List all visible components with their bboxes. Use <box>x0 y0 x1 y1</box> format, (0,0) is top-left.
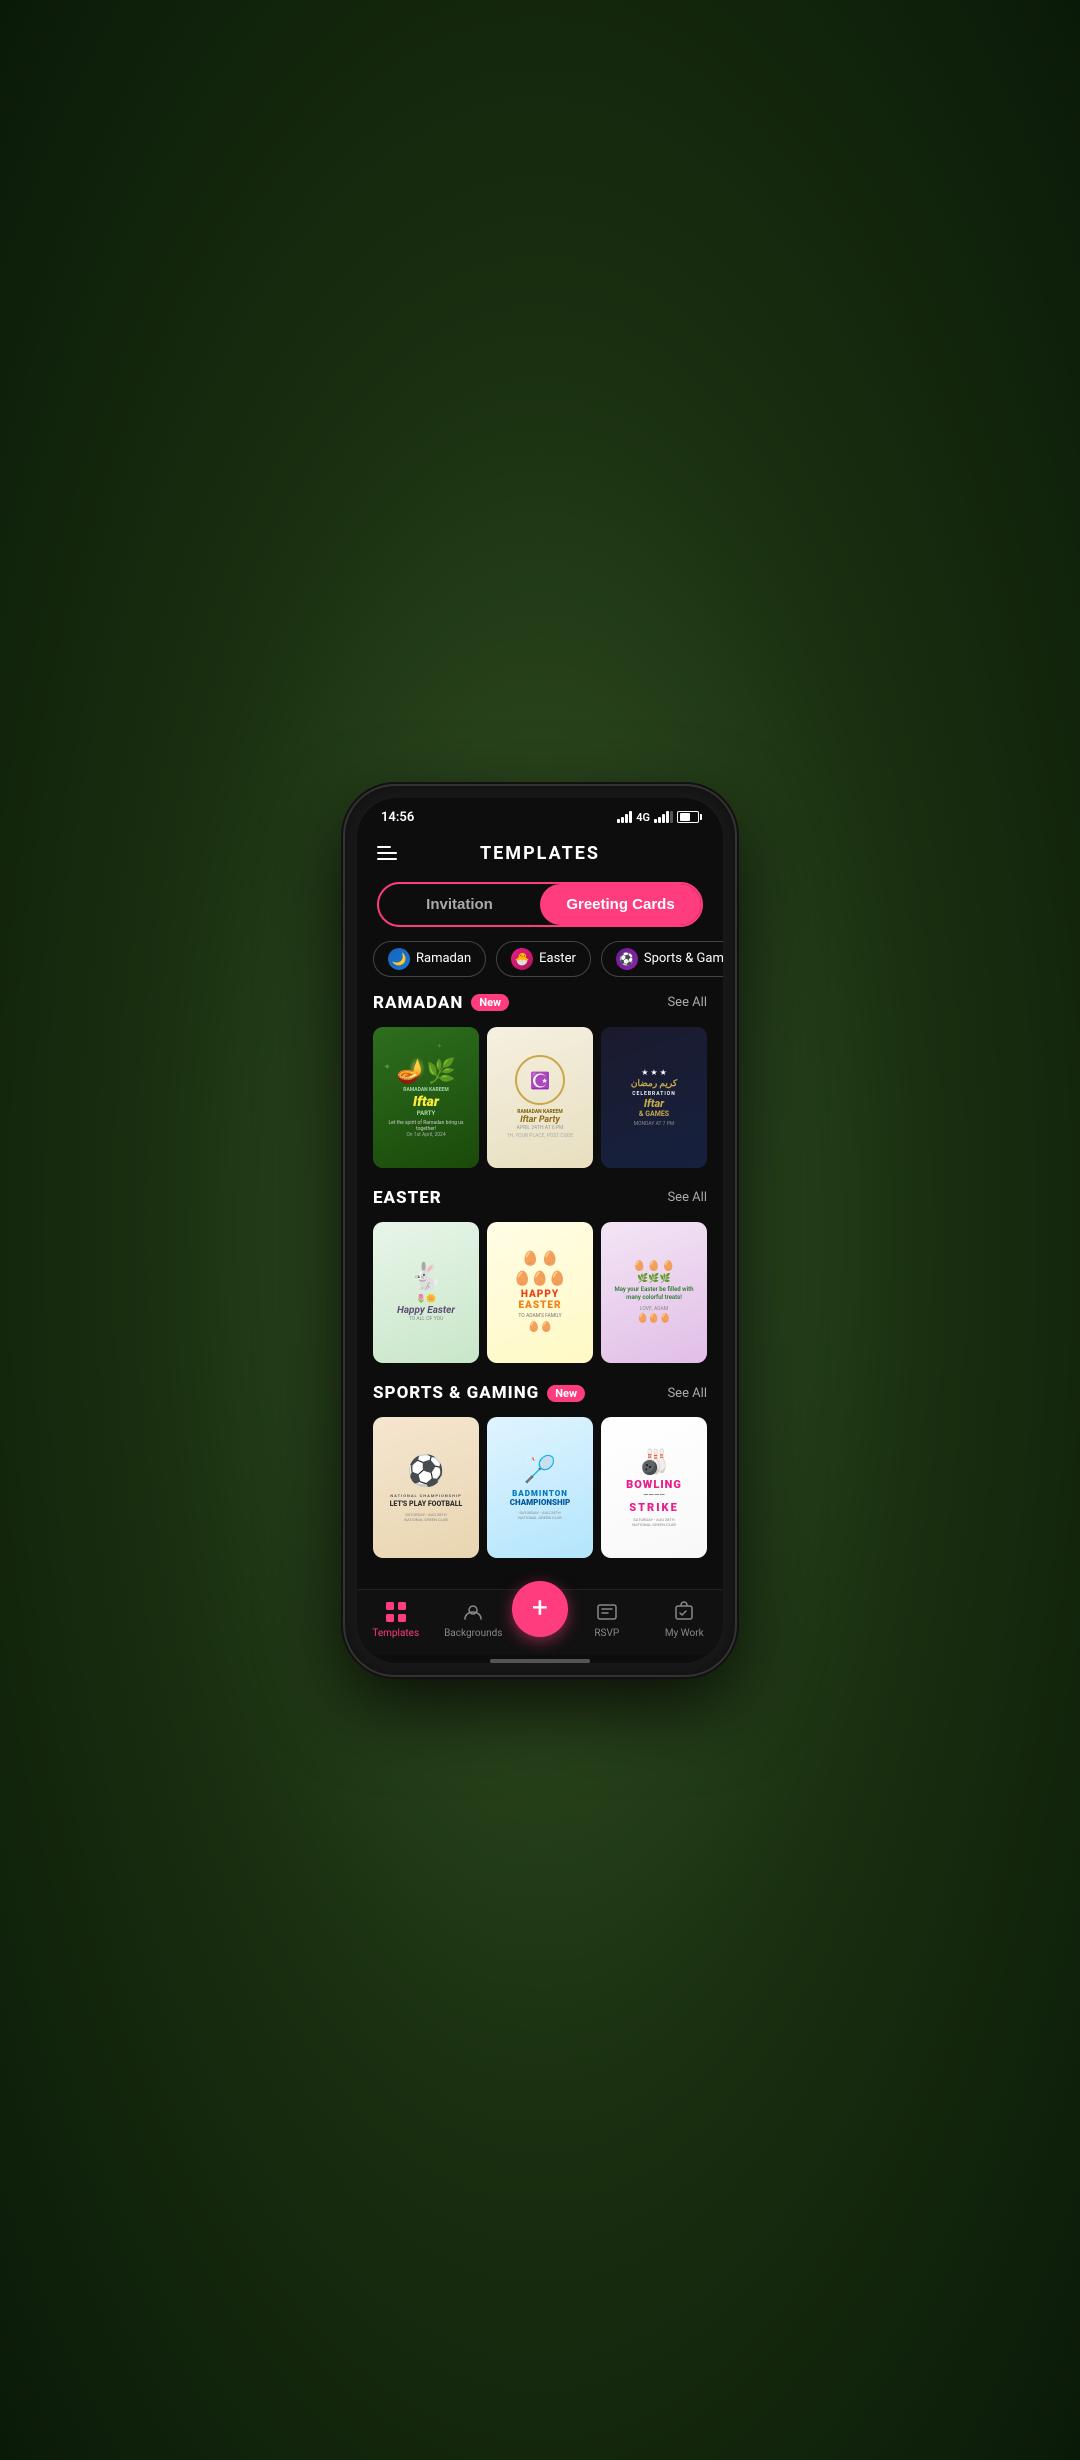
easter-card-3[interactable]: 🥚🥚🥚 🌿🌿🌿 May your Easter be filled with m… <box>601 1222 707 1363</box>
ramadan-see-all[interactable]: See All <box>667 995 707 1010</box>
sports-card-badminton[interactable]: 🏸 BADMINTON CHAMPIONSHIP SATURDAY - AUG … <box>487 1417 593 1558</box>
easter-section-header: EASTER See All <box>373 1188 707 1208</box>
cellular-icon <box>654 811 673 823</box>
easter-section: EASTER See All 🐇 🌷🌼 Happy Easter TO ALL … <box>357 1188 723 1383</box>
nav-backgrounds[interactable]: Backgrounds <box>435 1600 513 1639</box>
chip-easter-icon: 🐣 <box>511 948 533 970</box>
templates-icon <box>384 1600 408 1624</box>
home-indicator <box>490 1659 590 1663</box>
my-work-icon <box>672 1600 696 1624</box>
easter-card-1[interactable]: 🐇 🌷🌼 Happy Easter TO ALL OF YOU <box>373 1222 479 1363</box>
battery-icon <box>677 811 699 823</box>
backgrounds-icon <box>461 1600 485 1624</box>
phone-frame: 14:56 4G <box>345 786 735 1675</box>
bottom-nav: Templates Backgrounds + <box>357 1589 723 1655</box>
ramadan-title: RAMADAN <box>373 993 463 1013</box>
ramadan-section: RAMADAN New See All 🪔🌿 RAMADAN KAREEM If… <box>357 993 723 1188</box>
network-type: 4G <box>636 811 650 824</box>
sports-card-football[interactable]: ⚽ NATIONAL CHAMPIONSHIP LET'S PLAY FOOTB… <box>373 1417 479 1558</box>
nav-rsvp[interactable]: RSVP <box>568 1600 646 1639</box>
signal-icon <box>617 811 632 823</box>
menu-button[interactable] <box>377 846 397 860</box>
sports-new-badge: New <box>547 1385 585 1402</box>
easter-cards-grid: 🐇 🌷🌼 Happy Easter TO ALL OF YOU <box>373 1222 707 1363</box>
nav-templates-label: Templates <box>372 1628 419 1639</box>
chip-easter[interactable]: 🐣 Easter <box>496 941 591 977</box>
sports-card-bowling[interactable]: 🎳 BOWLING ———— STRIKE SATURDAY - AUG 28T… <box>601 1417 707 1558</box>
sports-see-all[interactable]: See All <box>667 1386 707 1401</box>
nav-templates[interactable]: Templates <box>357 1600 435 1639</box>
phone-screen: 14:56 4G <box>357 798 723 1663</box>
page-title: TEMPLATES <box>480 843 600 864</box>
chip-sports-gaming[interactable]: ⚽ Sports & Gaming <box>601 941 723 977</box>
ramadan-section-header: RAMADAN New See All <box>373 993 707 1013</box>
chip-ramadan-icon: 🌙 <box>388 948 410 970</box>
rsvp-icon <box>595 1600 619 1624</box>
tab-invitation[interactable]: Invitation <box>379 884 540 925</box>
ramadan-cards-grid: 🪔🌿 RAMADAN KAREEM Iftar PARTY Let the sp… <box>373 1027 707 1168</box>
fab-plus-icon: + <box>532 1594 548 1622</box>
easter-see-all[interactable]: See All <box>667 1190 707 1205</box>
ramadan-card-1[interactable]: 🪔🌿 RAMADAN KAREEM Iftar PARTY Let the sp… <box>373 1027 479 1168</box>
ramadan-new-badge: New <box>471 994 509 1011</box>
fab-create-button[interactable]: + <box>512 1581 568 1637</box>
nav-my-work-label: My Work <box>665 1628 704 1639</box>
sports-section: SPORTS & GAMING New See All ⚽ NATIONAL C… <box>357 1383 723 1578</box>
status-bar: 14:56 4G <box>357 798 723 829</box>
ramadan-card-3[interactable]: ★ ★ ★ كريم رمضان CELEBRATION Iftar & GAM… <box>601 1027 707 1168</box>
sports-section-header: SPORTS & GAMING New See All <box>373 1383 707 1403</box>
sports-cards-grid: ⚽ NATIONAL CHAMPIONSHIP LET'S PLAY FOOTB… <box>373 1417 707 1558</box>
category-chips: 🌙 Ramadan 🐣 Easter ⚽ Sports & Gaming 😢 S… <box>357 941 723 993</box>
tab-greeting-cards[interactable]: Greeting Cards <box>540 884 701 925</box>
nav-my-work[interactable]: My Work <box>646 1600 724 1639</box>
status-icons: 4G <box>617 811 699 824</box>
ramadan-card-2[interactable]: ☪️ RAMADAN KAREEM Iftar Party APRIL 24TH… <box>487 1027 593 1168</box>
easter-title: EASTER <box>373 1188 442 1208</box>
time: 14:56 <box>381 810 414 825</box>
sports-title: SPORTS & GAMING <box>373 1383 539 1403</box>
chip-sports-icon: ⚽ <box>616 948 638 970</box>
tab-switcher: Invitation Greeting Cards <box>377 882 703 927</box>
chip-ramadan[interactable]: 🌙 Ramadan <box>373 941 486 977</box>
easter-card-2[interactable]: 🥚🥚 🥚🥚🥚 HAPPY EASTER TO ADAM'S FAMILY 🥚🥚 <box>487 1222 593 1363</box>
header: TEMPLATES <box>357 829 723 874</box>
main-scroll[interactable]: TEMPLATES Invitation Greeting Cards 🌙 Ra… <box>357 829 723 1589</box>
nav-backgrounds-label: Backgrounds <box>444 1628 502 1639</box>
nav-rsvp-label: RSVP <box>594 1628 619 1639</box>
